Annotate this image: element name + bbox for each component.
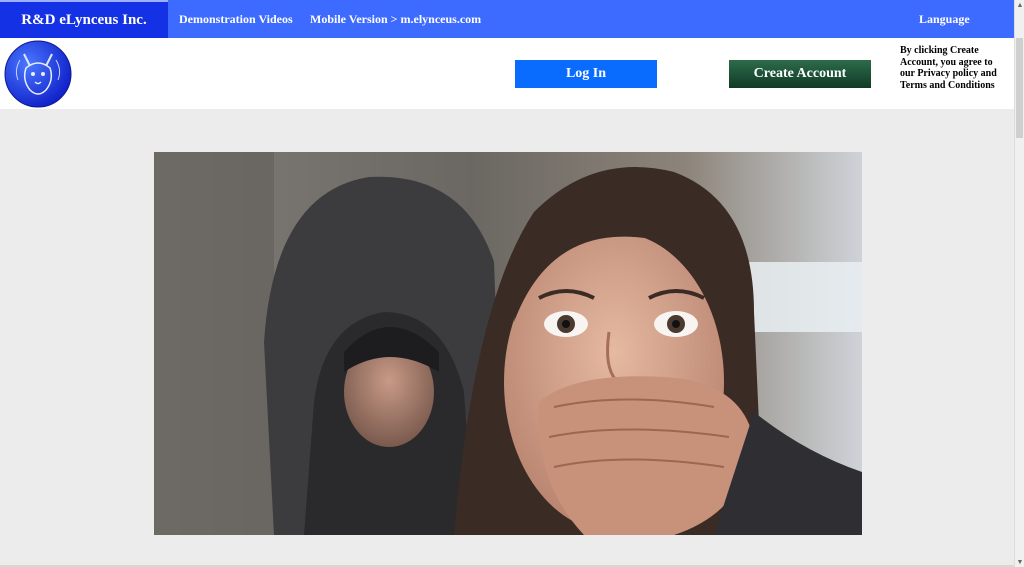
mobile-version-link[interactable]: Mobile Version > m.elynceus.com (310, 0, 481, 38)
site-header: Log In Create Account By clicking Create… (0, 38, 1014, 109)
language-menu[interactable]: Language (919, 0, 970, 38)
vertical-scrollbar[interactable]: ▲ ▼ (1014, 0, 1024, 567)
lynx-logo-icon[interactable] (4, 40, 72, 108)
top-navigation-bar: R&D eLynceus Inc. Demonstration Videos M… (0, 0, 1014, 38)
terms-notice: By clicking Create Account, you agree to… (900, 45, 997, 91)
scroll-up-arrow-icon[interactable]: ▲ (1015, 0, 1024, 10)
hero-image (154, 152, 862, 535)
login-button[interactable]: Log In (515, 60, 657, 88)
scrollbar-thumb[interactable] (1016, 38, 1023, 138)
brand-link[interactable]: R&D eLynceus Inc. (0, 0, 168, 38)
demonstration-videos-link[interactable]: Demonstration Videos (179, 0, 293, 38)
scroll-down-arrow-icon[interactable]: ▼ (1015, 557, 1024, 567)
create-account-button[interactable]: Create Account (729, 60, 871, 88)
